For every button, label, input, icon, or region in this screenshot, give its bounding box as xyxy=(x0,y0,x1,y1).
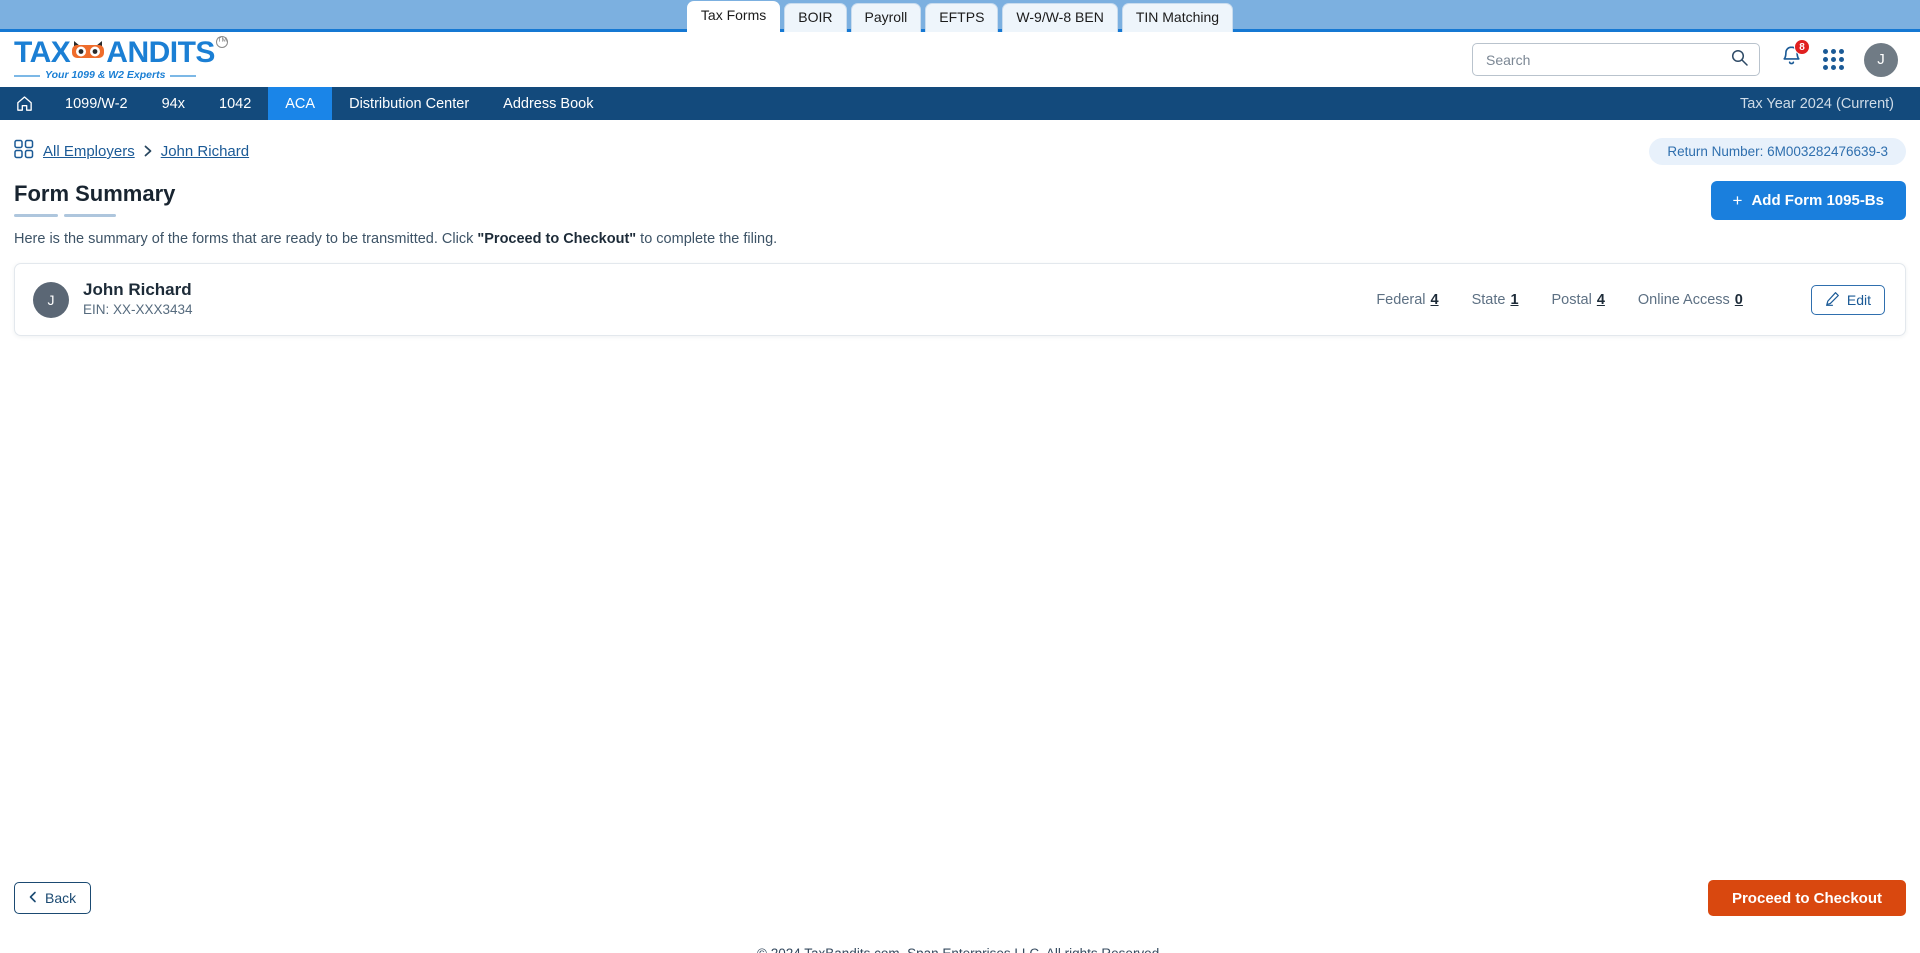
nav-item-94x[interactable]: 94x xyxy=(145,87,202,120)
description-part-1: Here is the summary of the forms that ar… xyxy=(14,231,478,247)
stat-federal-value[interactable]: 4 xyxy=(1431,292,1439,308)
search-input[interactable] xyxy=(1484,50,1731,69)
return-number-badge: Return Number: 6M003282476639-3 xyxy=(1649,138,1906,165)
app-tab-boir[interactable]: BOIR xyxy=(784,3,847,32)
edit-label: Edit xyxy=(1846,291,1871,308)
form-counts: Federal 4 State 1 Postal 4 Online Access 0 xyxy=(1376,292,1743,308)
description-part-2: to complete the filing. xyxy=(636,231,778,247)
page-header: TAX ANDITS™ Your 1099 & W2 Experts 8 J xyxy=(0,32,1920,87)
notification-count-badge: 8 xyxy=(1794,39,1810,55)
edit-employer-button[interactable]: Edit xyxy=(1810,284,1885,315)
tagline-rule-left xyxy=(14,74,40,77)
notifications-button[interactable]: 8 xyxy=(1780,39,1810,74)
page-title-row: Form Summary + Add Form 1095-Bs xyxy=(14,181,1906,220)
stat-postal-label: Postal xyxy=(1551,291,1592,308)
back-button[interactable]: Back xyxy=(14,882,92,914)
search-icon[interactable] xyxy=(1731,49,1748,71)
nav-item-1099-w2[interactable]: 1099/W-2 xyxy=(48,87,145,120)
breadcrumb-separator xyxy=(144,144,152,160)
bandit-mask-icon xyxy=(71,39,105,69)
stat-postal-value[interactable]: 4 xyxy=(1597,292,1605,308)
page-title: Form Summary xyxy=(14,181,176,206)
tax-year-label[interactable]: Tax Year 2024 (Current) xyxy=(1740,87,1920,120)
app-tab-eftps[interactable]: EFTPS xyxy=(925,3,999,32)
logo-tagline: Your 1099 & W2 Experts xyxy=(14,70,227,81)
logo-wordmark: TAX ANDITS ™ xyxy=(14,35,228,70)
title-dash-1 xyxy=(14,214,58,217)
stat-online-access: Online Access 0 xyxy=(1638,292,1743,308)
nav-item-aca[interactable]: ACA xyxy=(268,87,333,120)
plus-icon: + xyxy=(1732,190,1743,210)
apps-grid-icon[interactable] xyxy=(1823,49,1844,70)
title-dash-2 xyxy=(64,214,116,217)
page-title-block: Form Summary xyxy=(14,181,175,217)
breadcrumb: All Employers John Richard xyxy=(14,139,249,164)
app-tab-payroll[interactable]: Payroll xyxy=(850,3,922,32)
page-description: Here is the summary of the forms that ar… xyxy=(14,231,1906,247)
logo-text-tax: TAX xyxy=(14,36,71,70)
pencil-edit-icon xyxy=(1825,291,1840,309)
breadcrumb-item-all-employers[interactable]: All Employers xyxy=(43,143,135,160)
stat-state: State 1 xyxy=(1472,292,1519,308)
user-avatar[interactable]: J xyxy=(1864,42,1898,77)
taxbandits-logo[interactable]: TAX ANDITS ™ Your 1099 & W2 Experts xyxy=(14,35,228,81)
add-form-label: Add Form 1095-Bs xyxy=(1751,192,1884,209)
employer-ein: EIN: XX-XXX3434 xyxy=(83,302,193,318)
main-navigation: 1099/W-2 94x 1042 ACA Distribution Cente… xyxy=(0,87,1920,120)
employer-identity: John Richard EIN: XX-XXX3434 xyxy=(83,279,193,320)
employer-summary-card: J John Richard EIN: XX-XXX3434 Federal 4 … xyxy=(14,263,1906,336)
breadcrumb-row: All Employers John Richard Return Number… xyxy=(14,120,1906,165)
back-label: Back xyxy=(45,890,77,906)
bottom-action-bar: Back Proceed to Checkout xyxy=(14,880,1906,916)
proceed-to-checkout-button[interactable]: Proceed to Checkout xyxy=(1707,880,1906,916)
app-tab-strip: Tax Forms BOIR Payroll EFTPS W-9/W-8 BEN… xyxy=(0,0,1920,32)
stat-state-value[interactable]: 1 xyxy=(1510,292,1518,308)
nav-item-distribution-center[interactable]: Distribution Center xyxy=(332,87,486,120)
nav-item-1042[interactable]: 1042 xyxy=(202,87,268,120)
logo-text-bandits: ANDITS xyxy=(106,36,215,70)
app-tab-tax-forms[interactable]: Tax Forms xyxy=(686,1,781,32)
description-emphasis: "Proceed to Checkout" xyxy=(477,231,637,247)
tagline-text: Your 1099 & W2 Experts xyxy=(45,69,166,82)
chevron-left-icon xyxy=(29,890,37,906)
app-tab-tin-matching[interactable]: TIN Matching xyxy=(1121,3,1234,32)
stat-online-access-label: Online Access xyxy=(1637,291,1730,308)
trademark-icon: ™ xyxy=(215,35,228,49)
stat-postal: Postal 4 xyxy=(1552,292,1605,308)
app-tab-w9-w8-ben[interactable]: W-9/W-8 BEN xyxy=(1002,3,1118,32)
main-content: All Employers John Richard Return Number… xyxy=(0,120,1920,940)
employer-name: John Richard xyxy=(83,280,192,299)
search-box[interactable] xyxy=(1472,43,1760,76)
title-underline-decoration xyxy=(14,214,175,217)
tagline-rule-right xyxy=(170,74,197,77)
header-right-controls: 8 J xyxy=(1472,39,1898,77)
home-icon[interactable] xyxy=(0,87,48,120)
notification-bell-icon xyxy=(1780,46,1803,73)
breadcrumb-item-john-richard[interactable]: John Richard xyxy=(161,143,249,160)
stat-federal-label: Federal xyxy=(1376,291,1426,308)
grid-squares-icon[interactable] xyxy=(14,139,34,164)
add-form-1095bs-button[interactable]: + Add Form 1095-Bs xyxy=(1710,181,1906,220)
page-footer: © 2024 TaxBandits.com, Span Enterprises … xyxy=(0,940,1920,953)
stat-online-access-value[interactable]: 0 xyxy=(1735,292,1743,308)
app-tabs: Tax Forms BOIR Payroll EFTPS W-9/W-8 BEN… xyxy=(686,1,1234,32)
copyright-text: © 2024 TaxBandits.com, Span Enterprises … xyxy=(0,946,1920,953)
employer-avatar: J xyxy=(33,281,69,318)
stat-state-label: State xyxy=(1471,291,1506,308)
stat-federal: Federal 4 xyxy=(1376,292,1438,308)
nav-item-address-book[interactable]: Address Book xyxy=(486,87,610,120)
